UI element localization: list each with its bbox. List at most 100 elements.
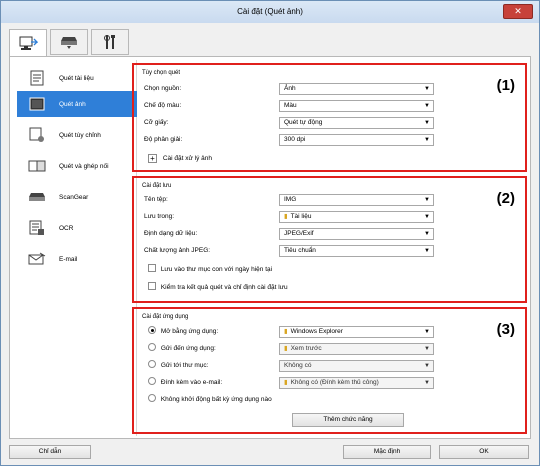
send-to-folder-dropdown[interactable]: Không có ▼ [279,360,434,372]
save-in-label: Lưu trong: [144,213,175,220]
send-to-app-radio-row[interactable]: Gửi đến ứng dụng: [148,343,216,355]
check-results-checkbox[interactable] [148,282,156,290]
subfolder-checkbox-row[interactable]: Lưu vào thư mục con với ngày hiện tại [148,264,272,276]
close-button[interactable]: ✕ [503,4,533,19]
expand-plus-icon: + [148,154,157,163]
attach-email-radio[interactable] [148,377,156,385]
save-in-dropdown[interactable]: ▮ Tài liệu ▼ [279,211,434,223]
window-title: Cài đặt (Quét ảnh) [237,7,303,16]
dropdown-value: Quét tự động [284,119,323,126]
defaults-button[interactable]: Mặc định [343,445,431,459]
chevron-down-icon: ▼ [424,120,430,126]
instructions-button[interactable]: Chỉ dẫn [9,445,91,459]
tab-scan-from-computer[interactable] [9,29,47,58]
check-results-label: Kiểm tra kết quả quét và chỉ định cài đặ… [160,284,288,291]
nav-item-label: Quét tài liệu [59,74,94,82]
nav-item-ocr[interactable]: OCR [17,215,137,241]
data-format-dropdown[interactable]: JPEG/Exif ▼ [279,228,434,240]
nav-item-photo-scan[interactable]: Quét ảnh [17,91,137,117]
scan-type-list: Quét tài liệu Quét ảnh Quét tùy chỉnh Qu… [13,60,137,436]
ocr-icon [23,219,51,237]
dropdown-value: Windows Explorer [290,328,343,335]
scangear-icon [23,188,51,206]
title-bar: Cài đặt (Quét ảnh) ✕ [1,1,539,23]
document-icon [23,69,51,87]
dropdown-value: 300 dpi [284,136,306,143]
check-results-checkbox-row[interactable]: Kiểm tra kết quả quét và chỉ định cài đặ… [148,282,288,294]
attach-email-radio-row[interactable]: Đính kèm vào e-mail: [148,377,222,389]
chevron-down-icon: ▼ [424,197,430,203]
select-source-dropdown[interactable]: Ảnh ▼ [279,83,434,95]
nav-item-label: E-mail [59,255,78,263]
open-with-radio-row[interactable]: Mở bằng ứng dụng: [148,326,218,338]
dropdown-value: Không có (Đính kèm thủ công) [290,379,379,386]
dropdown-value: Xem trước [290,345,322,352]
open-with-label: Mở bằng ứng dụng: [160,328,219,335]
folder-icon: ▮ [284,379,288,386]
image-processing-expander[interactable]: + Cài đặt xử lý ảnh [148,153,212,165]
attach-email-dropdown[interactable]: ▮ Không có (Đính kèm thủ công) ▼ [279,377,434,389]
file-name-combobox[interactable]: IMG ▼ [279,194,434,206]
send-to-folder-label: Gửi tới thư mục: [160,362,209,369]
nav-item-stitch-scan[interactable]: Quét và ghép nối [17,153,137,179]
jpeg-quality-dropdown[interactable]: Tiêu chuẩn ▼ [279,245,434,257]
send-to-app-label: Gửi đến ứng dụng: [160,345,216,352]
ok-button[interactable]: OK [439,445,529,459]
section-title: Cài đặt lưu [142,183,172,189]
nav-item-label: Quét và ghép nối [59,162,109,170]
chevron-down-icon: ▼ [424,329,430,335]
chevron-down-icon: ▼ [424,103,430,109]
nav-item-label: Quét ảnh [59,100,86,108]
paper-size-dropdown[interactable]: Quét tự động ▼ [279,117,434,129]
tab-general-settings[interactable] [91,29,129,55]
more-functions-button[interactable]: Thêm chức năng [292,413,404,427]
tab-scan-from-panel[interactable] [50,29,88,55]
nav-item-scangear[interactable]: ScanGear [17,184,137,210]
section-number: (3) [496,321,515,338]
send-to-folder-radio-row[interactable]: Gửi tới thư mục: [148,360,208,372]
select-source-label: Chọn nguồn: [144,85,182,92]
custom-scan-icon [23,126,51,144]
chevron-down-icon: ▼ [424,214,430,220]
color-mode-label: Chế độ màu: [144,102,182,109]
chevron-down-icon: ▼ [424,363,430,369]
stitch-icon [23,157,51,175]
no-app-radio-row[interactable]: Không khởi động bất kỳ ứng dụng nào [148,394,272,406]
nav-item-label: Quét tùy chỉnh [59,131,101,139]
nav-item-label: ScanGear [59,193,89,201]
section-number: (2) [496,190,515,207]
nav-item-custom-scan[interactable]: Quét tùy chỉnh [17,122,137,148]
dropdown-value: IMG [284,196,297,203]
nav-item-document-scan[interactable]: Quét tài liệu [17,65,137,91]
color-mode-dropdown[interactable]: Màu ▼ [279,100,434,112]
tools-icon [104,35,115,49]
dropdown-value: JPEG/Exif [284,230,314,237]
chevron-down-icon: ▼ [424,346,430,352]
send-to-app-radio[interactable] [148,343,156,351]
open-with-dropdown[interactable]: ▮ Windows Explorer ▼ [279,326,434,338]
open-with-radio[interactable] [148,326,156,334]
no-app-radio[interactable] [148,394,156,402]
folder-icon: ▮ [284,328,288,335]
dropdown-value: Tiêu chuẩn [284,247,316,254]
scanner-icon [61,37,77,49]
scan-options-section: Tùy chọn quét (1) Chọn nguồn: Ảnh ▼ Chế … [132,63,527,172]
send-to-folder-radio[interactable] [148,360,156,368]
chevron-down-icon: ▼ [424,137,430,143]
chevron-down-icon: ▼ [424,86,430,92]
section-title: Tùy chọn quét [142,70,181,76]
chevron-down-icon: ▼ [424,248,430,254]
chevron-down-icon: ▼ [424,380,430,386]
resolution-dropdown[interactable]: 300 dpi ▼ [279,134,434,146]
save-settings-section: Cài đặt lưu (2) Tên tệp: IMG ▼ Lưu trong… [132,176,527,303]
dropdown-value: Màu [284,102,297,109]
settings-panel: Quét tài liệu Quét ảnh Quét tùy chỉnh Qu… [9,56,531,439]
email-icon [23,250,51,268]
subfolder-checkbox[interactable] [148,264,156,272]
scan-pc-icon [19,36,38,50]
chevron-down-icon: ▼ [424,231,430,237]
dropdown-value: Ảnh [284,85,296,92]
dropdown-value: Không có [284,362,312,369]
nav-item-email[interactable]: E-mail [17,246,137,272]
send-to-app-dropdown[interactable]: ▮ Xem trước ▼ [279,343,434,355]
